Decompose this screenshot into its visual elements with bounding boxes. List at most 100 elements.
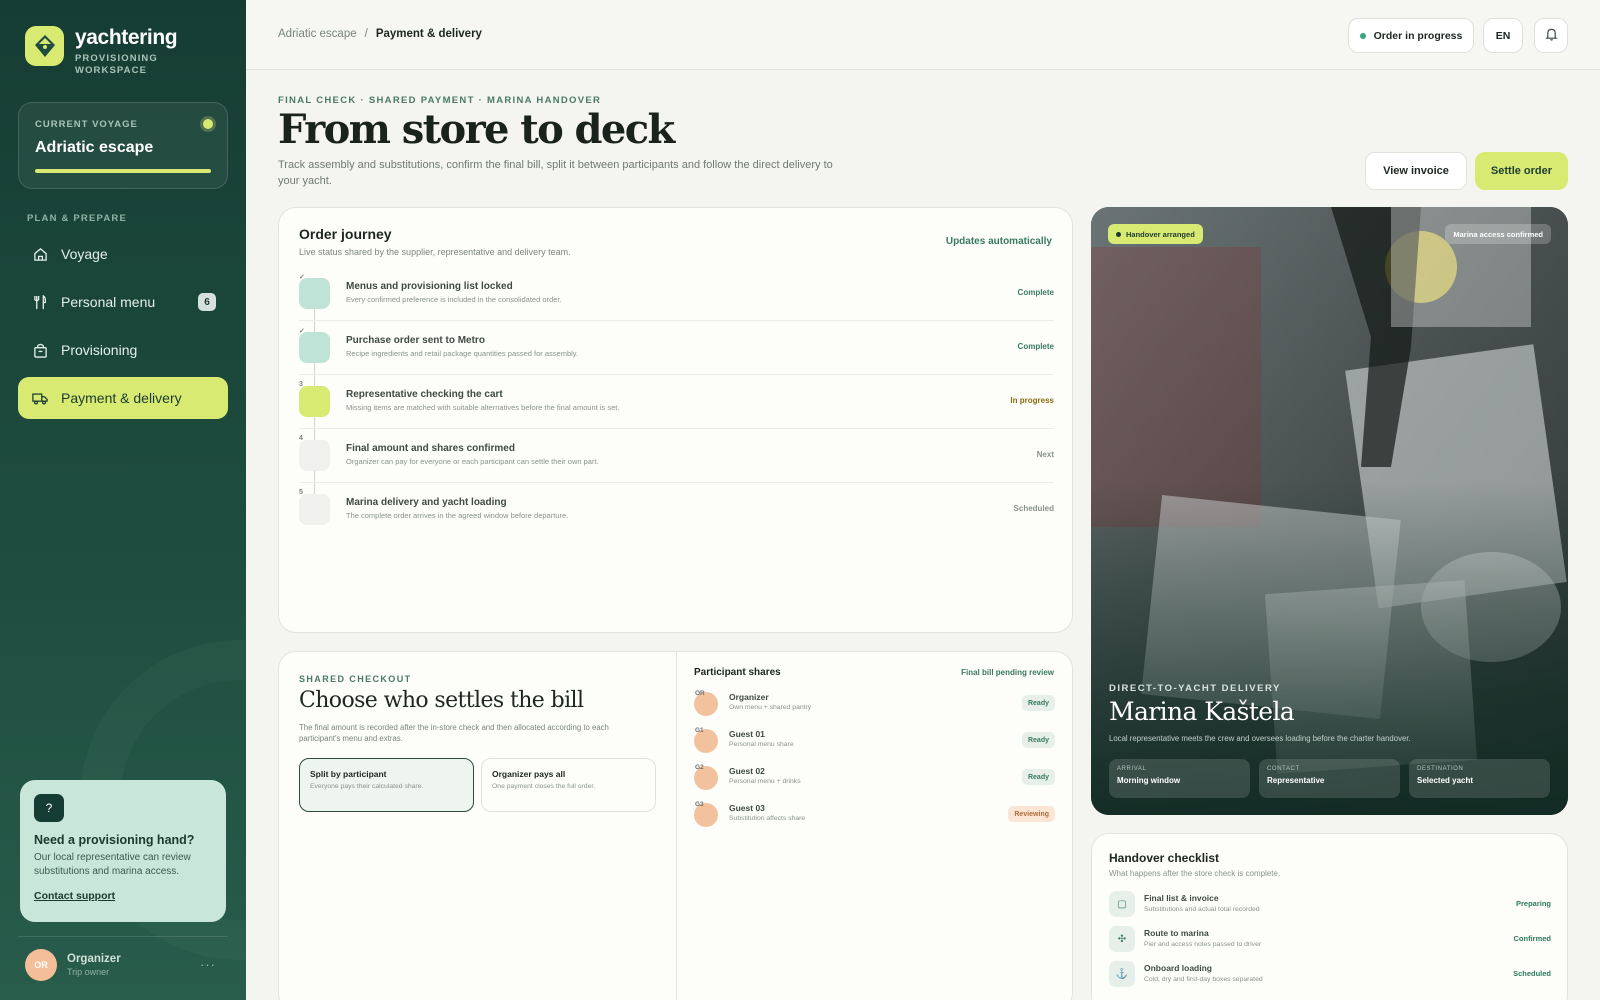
- checklist-item-name: Final list & invoice: [1144, 893, 1219, 903]
- status-badge: Ready: [1021, 695, 1055, 711]
- logo-icon: [25, 26, 64, 66]
- journey-step: ✓ Purchase order sent to Metro Recipe in…: [299, 321, 1054, 375]
- checklist-item-status: Confirmed: [1513, 934, 1552, 943]
- checklist-item-name: Route to marina: [1144, 928, 1209, 938]
- step-number: 3: [299, 381, 303, 388]
- brand[interactable]: yachtering PROVISIONING WORKSPACE: [25, 26, 178, 77]
- checklist-item: ✣ Route to marina Pier and access notes …: [1109, 926, 1551, 956]
- checklist-item-desc: Substitutions and actual total recorded: [1144, 906, 1260, 913]
- journey-title: Order journey: [299, 226, 392, 242]
- participant-share-row[interactable]: G2 Guest 02 Personal menu + drinks Ready: [694, 764, 1055, 798]
- participant-share-row[interactable]: G3 Guest 03 Substitution affects share R…: [694, 801, 1055, 835]
- current-voyage-card[interactable]: CURRENT VOYAGE Adriatic escape: [18, 102, 228, 189]
- checklist-item-status: Preparing: [1515, 899, 1551, 908]
- route-icon: ✣: [1109, 926, 1135, 952]
- step-number: 5: [299, 489, 303, 496]
- view-invoice-button[interactable]: View invoice: [1365, 152, 1467, 190]
- shared-checkout-card: SHARED CHECKOUT Choose who settles the b…: [278, 651, 1073, 1000]
- split-by-participant-option[interactable]: Split by participant Everyone pays their…: [299, 758, 474, 812]
- receipt-icon: ▢: [1109, 891, 1135, 917]
- help-text: Our local representative can review subs…: [34, 852, 191, 877]
- step-status: Complete: [1017, 288, 1054, 297]
- status-dot-icon: [1116, 231, 1121, 237]
- status-badge: Ready: [1021, 732, 1055, 748]
- handover-badge-text: Handover arranged: [1126, 229, 1195, 239]
- status-dot-icon: [1359, 32, 1366, 39]
- option-title: Organizer pays all: [492, 769, 566, 779]
- handover-subtitle: What happens after the store check is co…: [1109, 869, 1281, 878]
- journey-step: 5 Marina delivery and yacht loading The …: [299, 483, 1054, 537]
- checklist-item-status: Scheduled: [1513, 969, 1551, 978]
- step-title: Purchase order sent to Metro: [346, 335, 485, 346]
- checkout-divider: [676, 652, 677, 1000]
- step-subtitle: Recipe ingredients and retail package qu…: [346, 349, 579, 358]
- step-status: Next: [1036, 450, 1054, 459]
- breadcrumb-current: Payment & delivery: [375, 28, 482, 40]
- more-options-icon[interactable]: ···: [200, 957, 216, 972]
- checkout-eyebrow: SHARED CHECKOUT: [299, 674, 412, 684]
- order-status-text: Order in progress: [1373, 29, 1463, 42]
- checklist-item-desc: Cold, dry and first-day boxes separated: [1144, 976, 1263, 983]
- voyage-status-dot: [203, 119, 213, 129]
- step-status: Scheduled: [1013, 504, 1054, 513]
- sidebar-item-label: Provisioning: [61, 342, 138, 358]
- step-title: Menus and provisioning list locked: [346, 281, 513, 292]
- marina-name: Marina Kaštela: [1109, 697, 1295, 726]
- notifications-button[interactable]: [1534, 18, 1568, 53]
- participant-share-row[interactable]: G1 Guest 01 Personal menu share Ready: [694, 727, 1055, 761]
- participant-share-row[interactable]: OR Organizer Own menu + shared pantry Re…: [694, 690, 1055, 724]
- breadcrumb-separator: /: [364, 28, 368, 40]
- tile-label: ARRIVAL: [1117, 766, 1147, 772]
- step-pending-icon: [299, 494, 330, 525]
- user-role: Trip owner: [67, 966, 110, 977]
- page-title: From store to deck: [278, 106, 675, 153]
- help-title: Need a provisioning hand?: [34, 833, 195, 847]
- sidebar-item-personal-menu[interactable]: Personal menu 6: [18, 281, 228, 323]
- handover-checklist-card: Handover checklist What happens after th…: [1091, 833, 1568, 1000]
- sidebar-item-label: Payment & delivery: [61, 390, 182, 406]
- language-selector[interactable]: EN: [1483, 18, 1523, 53]
- brand-sub-1: PROVISIONING: [75, 53, 158, 64]
- user-profile[interactable]: OR Organizer Trip owner ···: [18, 936, 228, 992]
- journey-subtitle: Live status shared by the supplier, repr…: [299, 247, 571, 257]
- participant-initials: G2: [695, 764, 704, 771]
- checklist-item: ▢ Final list & invoice Substitutions and…: [1109, 891, 1551, 921]
- step-subtitle: Every confirmed preference is included i…: [346, 295, 562, 304]
- avatar: OR: [25, 948, 57, 981]
- shares-status: Final bill pending review: [961, 668, 1054, 677]
- step-title: Final amount and shares confirmed: [346, 443, 515, 454]
- tile-value: Morning window: [1117, 776, 1181, 785]
- sidebar-item-label: Personal menu: [61, 294, 156, 310]
- checkout-description: The final amount is recorded after the i…: [299, 723, 609, 743]
- contact-support-link[interactable]: Contact support: [34, 890, 115, 902]
- destination-tile: DESTINATION Selected yacht: [1409, 759, 1550, 798]
- settle-order-button[interactable]: Settle order: [1475, 152, 1568, 190]
- tile-label: DESTINATION: [1417, 766, 1464, 772]
- step-progress-icon: [299, 386, 330, 417]
- step-status: In progress: [1010, 396, 1054, 405]
- sidebar-item-provisioning[interactable]: Provisioning: [18, 329, 228, 371]
- tile-label: CONTACT: [1267, 766, 1300, 772]
- sidebar-item-label: Voyage: [61, 246, 108, 262]
- participant-detail: Personal menu share: [729, 741, 794, 748]
- step-pending-icon: [299, 440, 330, 471]
- participant-name: Guest 02: [729, 766, 765, 776]
- arrival-tile: ARRIVAL Morning window: [1109, 759, 1250, 798]
- step-check-icon: [299, 278, 330, 309]
- sidebar-item-payment-delivery[interactable]: Payment & delivery: [18, 377, 228, 419]
- option-subtitle: One payment closes the full order.: [492, 783, 596, 790]
- participant-initials: G3: [695, 801, 704, 808]
- step-title: Marina delivery and yacht loading: [346, 497, 507, 508]
- help-card: ? Need a provisioning hand? Our local re…: [20, 780, 226, 922]
- delivery-description: Local representative meets the crew and …: [1109, 734, 1411, 743]
- sidebar-item-voyage[interactable]: Voyage: [18, 233, 228, 275]
- breadcrumb: Adriatic escape / Payment & delivery: [278, 28, 482, 40]
- marina-access-badge: Marina access confirmed: [1445, 224, 1551, 244]
- help-question-icon: ?: [34, 794, 64, 822]
- step-status: Complete: [1017, 342, 1054, 351]
- order-status-pill[interactable]: Order in progress: [1348, 18, 1474, 53]
- organizer-pays-all-option[interactable]: Organizer pays all One payment closes th…: [481, 758, 656, 812]
- checklist-item: ⚓ Onboard loading Cold, dry and first-da…: [1109, 961, 1551, 991]
- checklist-item-name: Onboard loading: [1144, 963, 1212, 973]
- breadcrumb-parent[interactable]: Adriatic escape: [278, 28, 357, 40]
